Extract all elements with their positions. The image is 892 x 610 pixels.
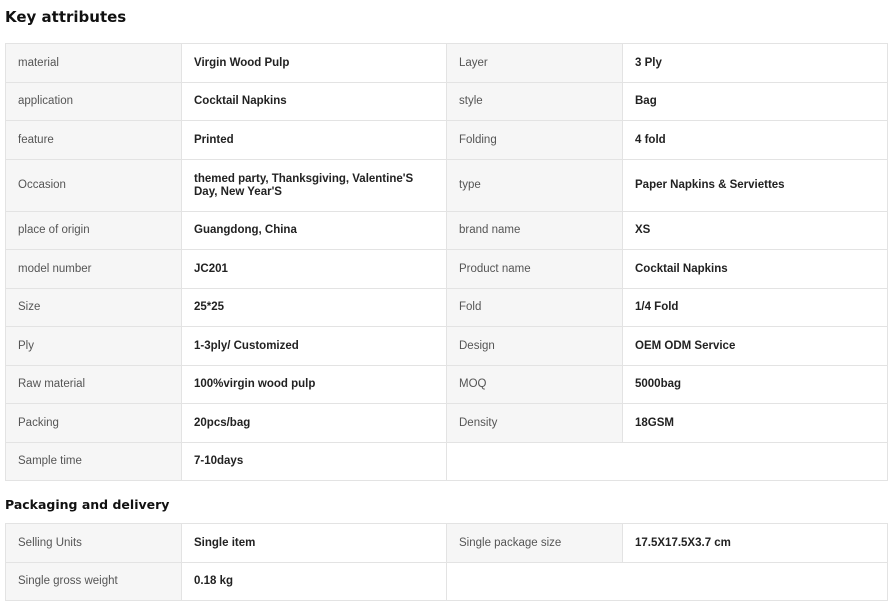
attr-value-single-package-size: 17.5X17.5X3.7 cm [622,523,888,563]
attr-value-packing: 20pcs/bag [181,403,447,443]
table-row: Raw material 100%virgin wood pulp MOQ 50… [5,365,888,404]
table-row: model number JC201 Product name Cocktail… [5,249,888,289]
attr-label-product-name: Product name [446,249,623,289]
attr-value-sample-time: 7-10days [181,442,447,481]
attr-label-place-of-origin: place of origin [5,211,182,250]
attr-label-brand-name: brand name [446,211,623,250]
attr-label-layer: Layer [446,43,623,83]
attr-label-application: application [5,82,182,121]
key-attributes-table: material Virgin Wood Pulp Layer 3 Ply ap… [5,43,888,481]
table-row: Occasion themed party, Thanksgiving, Val… [5,159,888,212]
attr-label-single-package-size: Single package size [446,523,623,563]
attr-label-selling-units: Selling Units [5,523,182,563]
attr-label-style: style [446,82,623,121]
attr-value-product-name: Cocktail Napkins [622,249,888,289]
attr-label-folding: Folding [446,120,623,160]
attr-value-selling-units: Single item [181,523,447,563]
attr-label-occasion: Occasion [5,159,182,212]
attr-label-design: Design [446,326,623,366]
attr-value-brand-name: XS [622,211,888,250]
attr-value-folding: 4 fold [622,120,888,160]
attr-value-type: Paper Napkins & Serviettes [622,159,888,212]
attr-value-fold: 1/4 Fold [622,288,888,327]
attr-value-style: Bag [622,82,888,121]
table-row: Sample time 7-10days [5,442,888,481]
attr-label-ply: Ply [5,326,182,366]
attr-label-raw-material: Raw material [5,365,182,404]
key-attributes-title: Key attributes [5,8,127,26]
attr-value-single-gross-weight: 0.18 kg [181,562,447,601]
attr-value-feature: Printed [181,120,447,160]
attr-value-layer: 3 Ply [622,43,888,83]
attr-label-fold: Fold [446,288,623,327]
attr-label-packing: Packing [5,403,182,443]
attr-value-application: Cocktail Napkins [181,82,447,121]
attr-label-type: type [446,159,623,212]
table-row: Single gross weight 0.18 kg [5,562,888,601]
empty-cell [446,442,888,481]
empty-cell [446,562,888,601]
attr-value-raw-material: 100%virgin wood pulp [181,365,447,404]
attr-label-single-gross-weight: Single gross weight [5,562,182,601]
table-row: feature Printed Folding 4 fold [5,120,888,160]
attr-label-model-number: model number [5,249,182,289]
attr-label-size: Size [5,288,182,327]
attr-value-design: OEM ODM Service [622,326,888,366]
table-row: Size 25*25 Fold 1/4 Fold [5,288,888,327]
attr-value-material: Virgin Wood Pulp [181,43,447,83]
attr-value-size: 25*25 [181,288,447,327]
attr-value-occasion: themed party, Thanksgiving, Valentine'S … [181,159,447,212]
attr-label-sample-time: Sample time [5,442,182,481]
packaging-delivery-title: Packaging and delivery [5,497,170,512]
attr-label-density: Density [446,403,623,443]
attr-label-feature: feature [5,120,182,160]
table-row: place of origin Guangdong, China brand n… [5,211,888,250]
packaging-delivery-table: Selling Units Single item Single package… [5,523,888,601]
attr-value-model-number: JC201 [181,249,447,289]
attr-value-place-of-origin: Guangdong, China [181,211,447,250]
table-row: Packing 20pcs/bag Density 18GSM [5,403,888,443]
attr-label-material: material [5,43,182,83]
attr-label-moq: MOQ [446,365,623,404]
attr-value-moq: 5000bag [622,365,888,404]
attr-value-density: 18GSM [622,403,888,443]
table-row: Ply 1-3ply/ Customized Design OEM ODM Se… [5,326,888,366]
attr-value-ply: 1-3ply/ Customized [181,326,447,366]
table-row: application Cocktail Napkins style Bag [5,82,888,121]
table-row: Selling Units Single item Single package… [5,523,888,563]
table-row: material Virgin Wood Pulp Layer 3 Ply [5,43,888,83]
